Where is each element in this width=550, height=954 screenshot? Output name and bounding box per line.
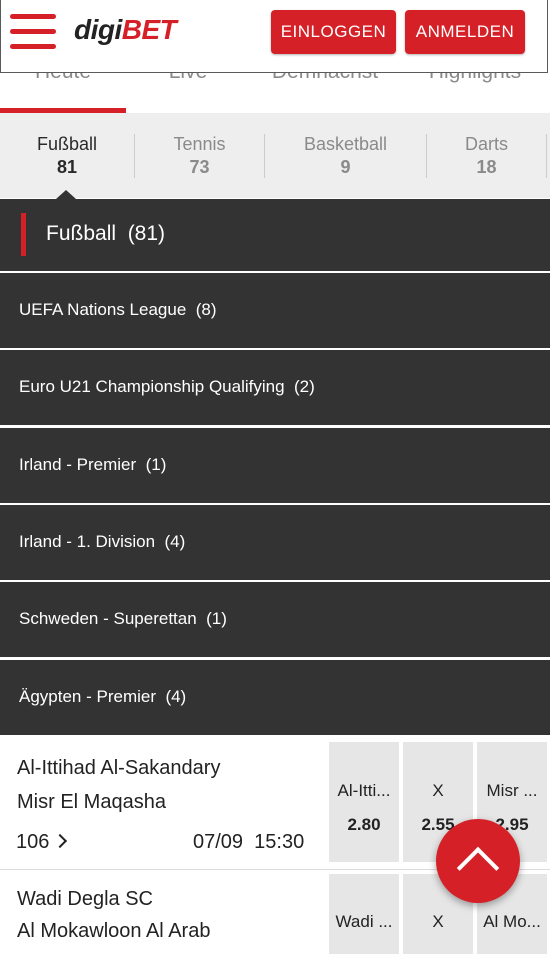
- sport-tab-basketball[interactable]: Basketball 9: [265, 113, 426, 198]
- odd-label: X: [432, 912, 444, 931]
- sport-tab-football[interactable]: Fußball 81: [0, 113, 134, 198]
- sport-tab-count: 81: [56, 157, 78, 177]
- league-row[interactable]: Euro U21 Championship Qualifying (2): [0, 350, 550, 425]
- app-header: digiBET EINLOGGEN ANMELDEN: [0, 0, 548, 73]
- sport-tab-name: Darts: [464, 134, 508, 154]
- sport-tab-tennis[interactable]: Tennis 73: [135, 113, 264, 198]
- odd-home[interactable]: Wadi ...: [329, 874, 399, 954]
- logo-text-digi: digi: [74, 14, 122, 45]
- sport-tab-name: Tennis: [173, 134, 226, 154]
- league-label: UEFA Nations League (8): [19, 300, 217, 319]
- league-label: Schweden - Superettan (1): [19, 609, 227, 628]
- sport-tab-name: Fußball: [36, 134, 98, 154]
- logo-text-bet: BET: [121, 14, 177, 45]
- odd-value: 2.80: [347, 815, 381, 834]
- league-row[interactable]: UEFA Nations League (8): [0, 273, 550, 348]
- league-label: Irland - Premier (1): [19, 455, 167, 474]
- odd-home[interactable]: Al-Itti... 2.80: [329, 742, 399, 862]
- sport-tab-darts[interactable]: Darts 18: [427, 113, 546, 198]
- odd-label: Al-Itti...: [337, 781, 391, 800]
- section-accent-bar: [21, 213, 26, 256]
- scroll-to-top-button[interactable]: [436, 819, 520, 903]
- home-team[interactable]: Wadi Degla SC: [17, 888, 153, 911]
- league-row[interactable]: Schweden - Superettan (1): [0, 582, 550, 657]
- odd-label: X: [432, 781, 444, 800]
- tab-divider: [546, 134, 547, 178]
- register-button[interactable]: ANMELDEN: [405, 10, 525, 54]
- league-label: Euro U21 Championship Qualifying (2): [19, 377, 315, 396]
- login-button[interactable]: EINLOGGEN: [271, 10, 396, 54]
- markets-count: 106: [16, 831, 50, 853]
- section-title: Fußball (81): [46, 222, 166, 245]
- league-row[interactable]: Ägypten - Premier (4): [0, 660, 550, 735]
- odd-label: Misr ...: [486, 781, 538, 800]
- chevron-right-icon: [53, 833, 68, 849]
- sport-tabs: Fußball 81 Tennis 73 Basketball 9 Darts …: [0, 113, 550, 198]
- league-label: Irland - 1. Division (4): [19, 532, 186, 551]
- sport-tab-count: 73: [189, 157, 210, 177]
- away-team[interactable]: Misr El Maqasha: [17, 791, 166, 814]
- sport-tab-name: Basketball: [303, 134, 388, 154]
- digibet-logo[interactable]: digiBET: [74, 14, 177, 46]
- league-row[interactable]: Irland - 1. Division (4): [0, 505, 550, 580]
- hamburger-menu-icon[interactable]: [10, 14, 56, 50]
- sport-tab-count: 9: [340, 157, 351, 177]
- sport-tab-count: 18: [476, 157, 497, 177]
- active-tab-pointer: [56, 190, 76, 199]
- chevron-up-icon: [456, 846, 500, 890]
- home-team[interactable]: Al-Ittihad Al-Sakandary: [17, 757, 220, 780]
- match-datetime: 07/09 15:30: [193, 831, 305, 853]
- away-team[interactable]: Al Mokawloon Al Arab: [17, 920, 210, 943]
- section-header-football: Fußball (81): [0, 199, 550, 271]
- league-row[interactable]: Irland - Premier (1): [0, 428, 550, 503]
- league-label: Ägypten - Premier (4): [19, 687, 187, 706]
- odd-label: Al Mo...: [483, 912, 541, 931]
- more-markets-link[interactable]: 106: [16, 831, 68, 854]
- odd-label: Wadi ...: [335, 912, 393, 931]
